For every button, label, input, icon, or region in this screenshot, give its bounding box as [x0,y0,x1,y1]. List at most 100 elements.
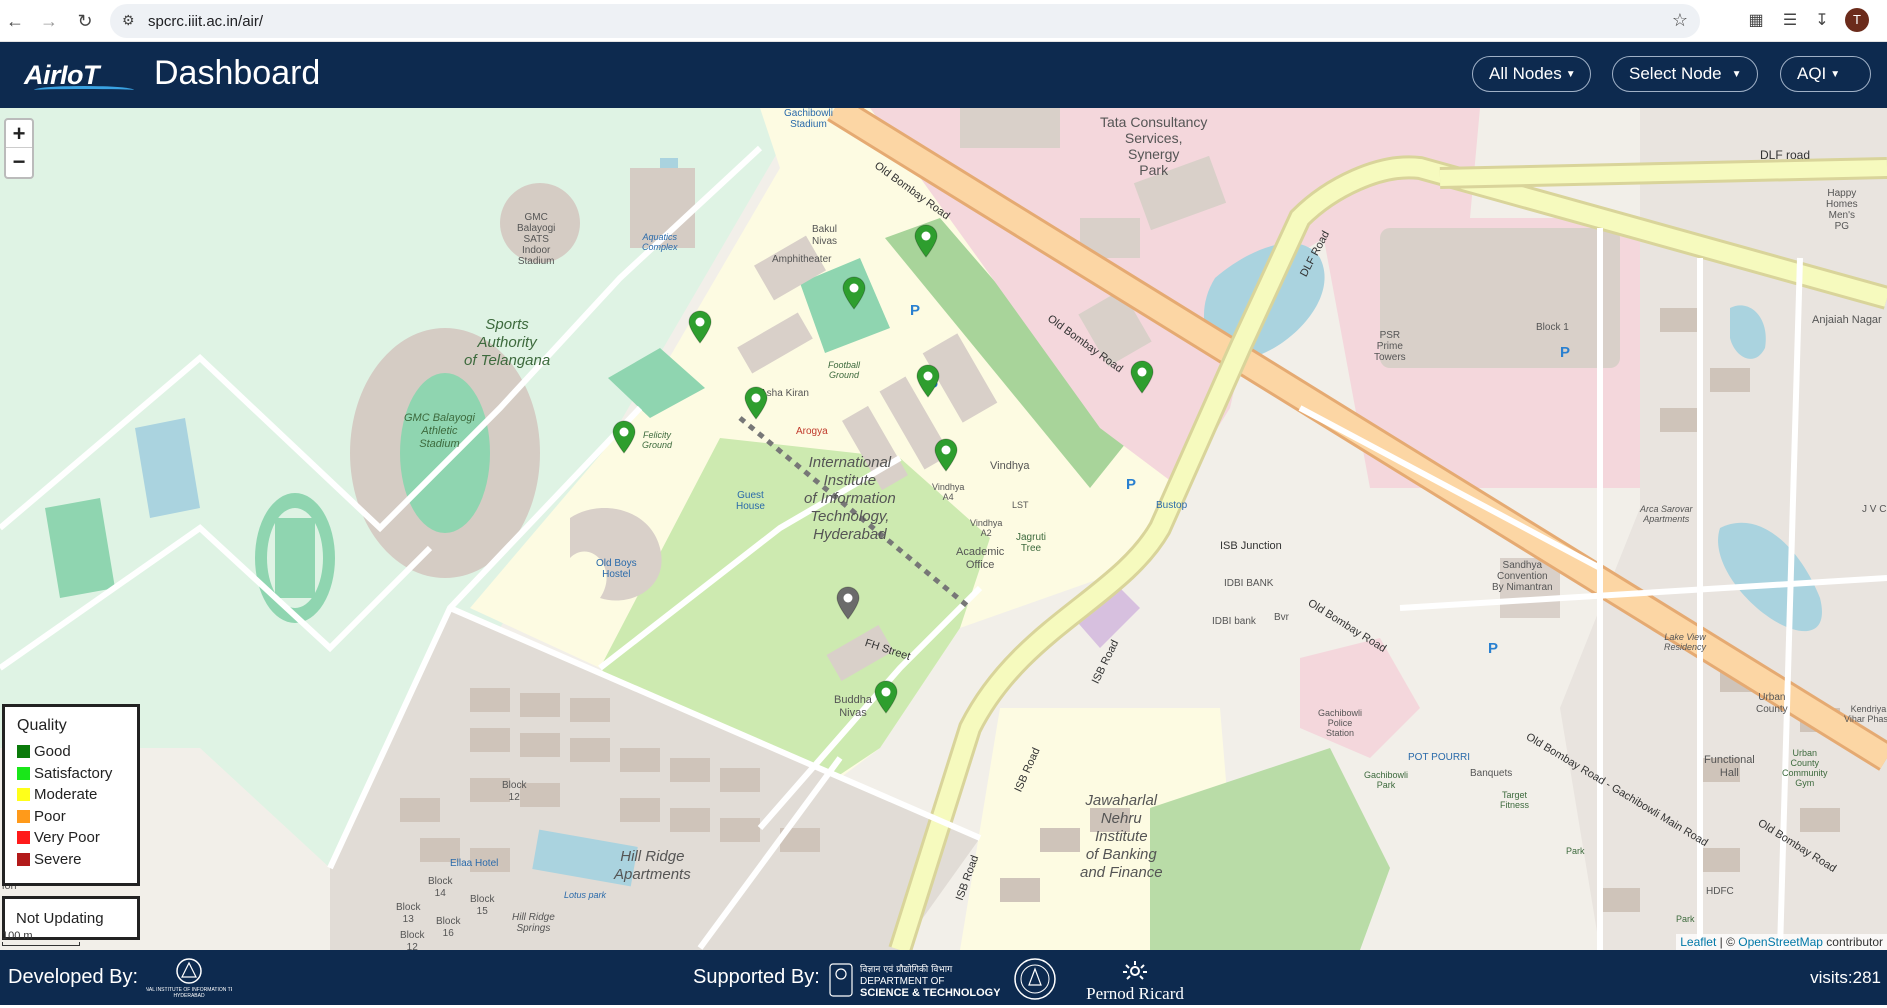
sensor-node-marker-icon[interactable] [1130,360,1154,394]
label-target-fitness: Target Fitness [1500,790,1530,810]
sensor-node-marker-icon[interactable] [688,310,712,344]
map-view[interactable]: Gachibowli Stadium Tata Consultancy Serv… [0,108,1887,950]
zoom-in-button[interactable]: + [6,120,32,148]
label-happy-homes: Happy Homes Men's PG [1826,188,1858,232]
legend-label: Satisfactory [34,764,113,782]
legend-swatch [17,852,30,866]
extensions-icon[interactable]: ▦ [1743,8,1769,34]
reload-icon[interactable]: ↻ [72,8,98,34]
forward-icon[interactable]: → [36,8,62,34]
osm-link[interactable]: OpenStreetMap [1738,935,1823,949]
map-tiles[interactable] [0,108,1887,950]
sensor-node-marker-icon[interactable] [612,420,636,454]
legend-swatch [17,745,30,758]
legend-label: Very Poor [34,829,100,846]
select-node-dropdown[interactable]: Select Node ▼ [1612,56,1758,92]
parking-icon: P [1126,476,1137,493]
footer: Developed By: INTERNATIONAL INSTITUTE OF… [0,950,1887,1005]
all-nodes-label: All Nodes [1489,64,1562,83]
label-urban-gym: Urban County Community Gym [1782,748,1828,788]
legend-item-satisfactory: Satisfactory [17,763,137,785]
bookmark-star-icon[interactable]: ☆ [1672,10,1688,31]
dst-hindi: विज्ञान एवं प्रौद्योगिकी विभाग [860,963,953,975]
visit-counter: visits:281 [1810,968,1881,987]
label-bustop: Bustop [1156,500,1188,511]
label-buddha-nivas: Buddha Nivas [834,694,872,719]
label-arogya: Arogya [796,426,828,437]
label-ellaa-hotel: Ellaa Hotel [450,858,499,869]
media-icon[interactable]: ☰ [1777,8,1803,34]
aqi-dropdown[interactable]: AQI ▼ [1780,56,1871,92]
sensor-node-marker-icon[interactable] [744,386,768,420]
label-aquatics: Aquatics Complex [642,232,678,252]
label-sandhya: Sandhya Convention By Nimantran [1492,560,1553,593]
sensor-node-marker-icon[interactable] [874,680,898,714]
label-banquets: Banquets [1470,768,1513,779]
label-hill-ridge: Hill Ridge Apartments [614,848,691,883]
label-isb-junction: ISB Junction [1220,540,1282,552]
label-block-14: Block 14 [428,876,453,899]
label-lst: LST [1012,500,1029,510]
label-gmc-sats: GMC Balayogi SATS Indoor Stadium [517,212,556,267]
site-info-icon[interactable]: ⚙ [122,12,135,29]
supported-by-label: Supported By: [693,966,820,988]
label-jagruti-tree: Jagruti Tree [1016,532,1047,554]
caret-down-icon: ▼ [1830,69,1841,80]
label-gachibowli-stadium: Gachibowli Stadium [784,108,833,130]
download-icon[interactable]: ↧ [1809,8,1835,34]
aqi-label: AQI [1797,64,1827,83]
label-vindhya: Vindhya [990,460,1030,472]
label-hdfc: HDFC [1706,886,1734,897]
airiot-logo[interactable]: AirIoT [24,56,140,96]
legend-item-good: Good [17,741,137,763]
legend-label: Poor [34,807,66,825]
attribution-suffix: contributor [1822,935,1883,949]
profile-avatar[interactable]: T [1845,8,1869,32]
label-arca-sarovar: Arca Sarovar Apartments [1640,504,1693,524]
seal-logo [1013,957,1057,1001]
label-block-15: Block 15 [470,894,495,917]
sensor-node-marker-icon[interactable] [934,438,958,472]
label-gachibowli-police: Gachibowli Police Station [1318,708,1363,738]
address-bar[interactable]: ⚙ spcrc.iiit.ac.in/air/ ☆ [110,4,1700,38]
legend-item-very-poor: Very Poor [17,827,137,849]
label-urban-county: Urban County [1756,692,1788,715]
sensor-node-marker-icon[interactable] [836,586,860,620]
label-block-13: Block 13 [396,902,421,925]
sensor-node-marker-icon[interactable] [842,276,866,310]
label-park-1: Park [1566,846,1585,856]
label-guest-house: Guest House [736,490,765,512]
developed-by-label: Developed By: [8,966,139,988]
sensor-node-marker-icon[interactable] [914,224,938,258]
scale-label: 100 m [2,930,33,942]
dst-logo: विज्ञान एवं प्रौद्योगिकी विभाग DEPARTMEN… [828,960,1001,1000]
parking-icon: P [1488,640,1499,657]
dst-line1: DEPARTMENT OF [860,976,944,987]
zoom-out-button[interactable]: − [6,148,32,176]
label-functional-hall: Functional Hall [1704,754,1755,779]
legend-label: Good [34,743,71,760]
pernod-text: Pernod Ricard [1086,984,1184,1003]
label-jvc: J V C [1862,504,1887,515]
quality-legend: Quality Good Satisfactory Moderate Poor Very… [2,704,140,886]
label-idbi-lower: IDBI bank [1212,616,1256,627]
svg-text:HYDERABAD: HYDERABAD [173,993,205,999]
label-amphitheater: Amphitheater [772,254,832,265]
pernod-ricard-logo: Pernod Ricard [1072,957,1198,1003]
legend-label: Not Updating [16,910,104,927]
parking-icon: P [1560,344,1571,361]
legend-label: Moderate [34,786,98,803]
label-gachibowli-park: Gachibowli Park [1364,770,1409,790]
back-icon[interactable]: ← [2,8,28,34]
app-header: AirIoT Dashboard All Nodes ▼ Select Node ▼… [0,42,1887,108]
legend-swatch [17,788,30,801]
label-block1: Block 1 [1536,322,1569,333]
all-nodes-dropdown[interactable]: All Nodes ▼ [1472,56,1591,92]
legend-swatch [17,831,30,844]
label-bakul-nivas: Bakul Nivas [812,224,838,247]
label-football-ground: Football Ground [828,360,861,380]
address-url[interactable]: spcrc.iiit.ac.in/air/ [148,13,263,30]
sensor-node-marker-icon[interactable] [916,364,940,398]
leaflet-link[interactable]: Leaflet [1680,935,1716,949]
label-lake-view: Lake View Residency [1664,632,1707,652]
